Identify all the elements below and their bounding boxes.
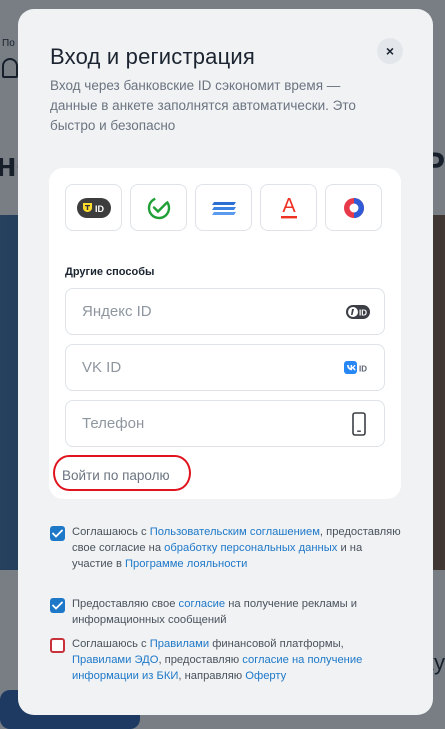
vk-id-placeholder: VK ID [82, 359, 122, 376]
bank-alfa-id-button[interactable]: А [260, 184, 317, 231]
alfa-letter: А [282, 195, 296, 217]
other-methods-label: Другие способы [65, 266, 155, 278]
consent-link[interactable]: Пользовательским соглашением [150, 526, 320, 538]
checkmark-icon [52, 529, 63, 538]
close-button[interactable]: × [377, 38, 403, 64]
checkmark-icon [52, 601, 63, 610]
consent-text-fragment: , направляю [178, 670, 246, 682]
phone-placeholder: Телефон [82, 415, 145, 432]
vk-id-icon: ID [344, 361, 367, 374]
consent-ads: Предоставляю свое согласие на получение … [50, 596, 406, 628]
auth-modal: Вход и регистрация × Вход через банковск… [18, 9, 433, 715]
consent-text-fragment: , предоставляю [158, 654, 243, 666]
yandex-id-field[interactable]: Яндекс ID ID [65, 288, 385, 335]
sber-icon [147, 196, 170, 219]
consent-ads-text: Предоставляю свое согласие на получение … [72, 596, 406, 628]
vk-id-badge: ID [359, 365, 367, 374]
consent-link[interactable]: обработку персональных данных [164, 542, 337, 554]
bank-mts-id-button[interactable] [325, 184, 382, 231]
consent-terms-text: Соглашаюсь с Пользовательским соглашение… [72, 524, 406, 572]
modal-subtitle: Вход через банковские ID сэкономит время… [50, 78, 356, 133]
consent-link[interactable]: Программе лояльности [125, 558, 247, 570]
alfa-icon: А [280, 195, 297, 218]
consent-terms-checkbox[interactable] [50, 526, 65, 541]
close-icon: × [385, 43, 395, 59]
consent-text-fragment: Соглашаюсь с [72, 526, 150, 538]
consent-terms: Соглашаюсь с Пользовательским соглашение… [50, 524, 406, 572]
consent-link[interactable]: Правилами [150, 638, 209, 650]
yandex-id-placeholder: Яндекс ID [82, 303, 152, 320]
tinkoff-id-label: ID [95, 204, 105, 214]
vk-id-field[interactable]: VK ID ID [65, 344, 385, 391]
bank-sber-id-button[interactable] [130, 184, 187, 231]
consent-text-fragment: Соглашаюсь с [72, 638, 150, 650]
bank-tinkoff-id-button[interactable]: ID [65, 184, 122, 231]
consent-platform: Соглашаюсь с Правилами финансовой платфо… [50, 636, 406, 684]
consent-platform-checkbox[interactable] [50, 638, 65, 653]
consent-text-fragment: финансовой платформы, [209, 638, 344, 650]
consent-platform-text: Соглашаюсь с Правилами финансовой платфо… [72, 636, 406, 684]
consent-link[interactable]: согласие [179, 598, 226, 610]
phone-field[interactable]: Телефон [65, 400, 385, 447]
bank-gazprom-id-button[interactable] [195, 184, 252, 231]
consent-ads-checkbox[interactable] [50, 598, 65, 613]
consent-text-fragment: Предоставляю свое [72, 598, 179, 610]
yandex-id-badge: ID [359, 309, 367, 318]
mts-bank-icon [343, 197, 364, 218]
consent-link[interactable]: Правилами ЭДО [72, 654, 158, 666]
highlight-annotation [53, 455, 191, 491]
smartphone-icon [352, 412, 366, 436]
yandex-id-icon: ID [346, 305, 370, 319]
modal-title: Вход и регистрация [50, 44, 256, 69]
bank-id-row: ID А [65, 184, 382, 231]
consent-link[interactable]: Оферту [245, 670, 286, 682]
tinkoff-id-icon: ID [76, 197, 111, 218]
gazprombank-icon [211, 201, 236, 215]
login-panel: ID А Другие способы Яндекс ID ID VK ID I… [49, 168, 401, 499]
